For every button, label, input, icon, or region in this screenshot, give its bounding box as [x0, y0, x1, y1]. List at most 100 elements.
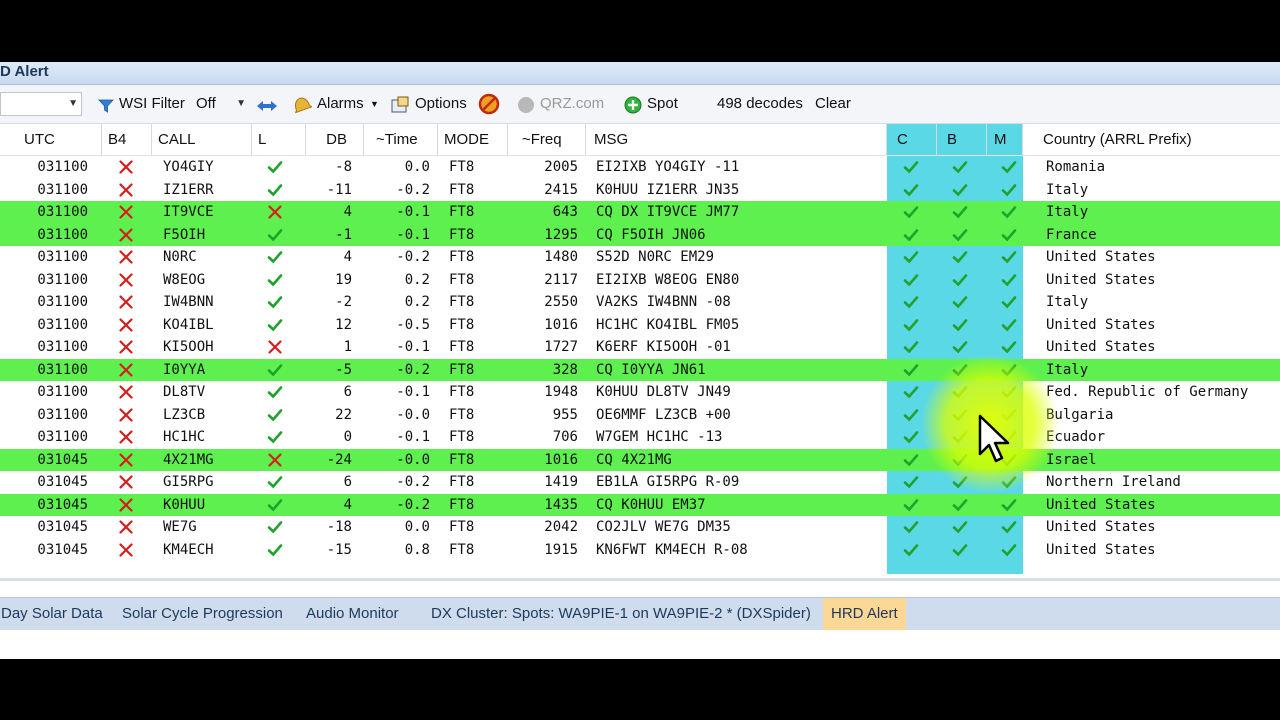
check-icon [903, 183, 919, 196]
column-header-call[interactable]: CALL [152, 124, 252, 155]
table-row[interactable]: 031100 DL8TV 6 -0.1 FT8 1948 K0HUU DL8TV JN49 F… [0, 381, 1280, 404]
column-header-country[interactable]: Country (ARRL Prefix) [1037, 124, 1280, 155]
cell-mode: FT8 [449, 316, 475, 333]
filter-combo[interactable]: ▼ [0, 92, 82, 116]
window-title: D Alert [0, 63, 49, 80]
spot-button[interactable]: Spot [647, 93, 678, 115]
cell-freq: 2415 [544, 181, 578, 198]
cell-db: -24 [326, 451, 352, 468]
cell-msg: CQ F5OIH JN06 [596, 226, 706, 243]
wsi-filter-select[interactable]: Off ▼ [192, 92, 250, 116]
column-header-l[interactable]: L [252, 124, 306, 155]
cell-utc: 031100 [37, 339, 88, 355]
table-row[interactable]: 031100 N0RC 4 -0.2 FT8 1480 S52D N0RC EM29 Unit… [0, 246, 1280, 269]
tab-dx-cluster[interactable]: DX Cluster: Spots: WA9PIE-1 on WA9PIE-2 … [431, 598, 811, 630]
check-icon [952, 251, 968, 264]
cell-time: -0.5 [396, 316, 430, 333]
column-header-utc[interactable]: UTC [18, 124, 102, 155]
tab-hrd-alert[interactable]: HRD Alert [823, 598, 906, 630]
check-icon [1001, 341, 1017, 354]
cell-utc: 031100 [37, 294, 88, 310]
table-row[interactable]: 031100 W8EOG 19 0.2 FT8 2117 EI2IXB W8EOG EN80… [0, 269, 1280, 292]
check-icon [1001, 521, 1017, 534]
table-row[interactable]: 031100 HC1HC 0 -0.1 FT8 706 W7GEM HC1HC -13 Ecu… [0, 426, 1280, 449]
column-header-mode[interactable]: MODE [438, 124, 508, 155]
cell-call: IT9VCE [163, 204, 214, 220]
cell-msg: EI2IXB W8EOG EN80 [596, 271, 740, 288]
column-header-freq[interactable]: ~Freq [508, 124, 586, 155]
table-row[interactable]: 031045 GI5RPG 6 -0.2 FT8 1419 EB1LA GI5RPG R-0… [0, 471, 1280, 494]
table-row[interactable]: 031100 KO4IBL 12 -0.5 FT8 1016 HC1HC KO4IBL FM… [0, 314, 1280, 337]
tab-day-solar-data[interactable]: Day Solar Data [1, 598, 103, 630]
cell-msg: CQ K0HUU EM37 [596, 496, 706, 513]
check-icon [952, 296, 968, 309]
cell-db: -1 [335, 226, 352, 243]
chevron-down-icon[interactable]: ▼ [68, 93, 78, 115]
check-icon [903, 386, 919, 399]
decodes-count: 498 decodes [717, 95, 803, 112]
cell-country: United States [1046, 271, 1156, 288]
check-icon [267, 386, 283, 399]
check-icon [267, 183, 283, 196]
column-header-c[interactable]: C [887, 124, 937, 155]
wsi-filter-value: Off [196, 95, 216, 112]
cross-icon [119, 295, 133, 309]
cell-db: 6 [343, 474, 352, 490]
column-header-msg[interactable]: MSG [586, 124, 887, 155]
table-row[interactable]: 031100 KI5OOH 1 -0.1 FT8 1727 K6ERF KI5OOH -01… [0, 336, 1280, 359]
cross-icon [119, 160, 133, 174]
tab-solar-cycle-progression[interactable]: Solar Cycle Progression [122, 598, 283, 630]
cell-mode: FT8 [449, 541, 475, 558]
qrz-button[interactable]: QRZ.com [540, 93, 604, 115]
table-row[interactable]: 031045 KM4ECH -15 0.8 FT8 1915 KN6FWT KM4ECH R… [0, 539, 1280, 562]
table-row[interactable]: 031100 I0YYA -5 -0.2 FT8 328 CQ I0YYA JN61 Ital… [0, 358, 1280, 381]
cell-call: F5OIH [163, 226, 206, 243]
table-row[interactable]: 031045 4X21MG -24 -0.0 FT8 1016 CQ 4X21MG Israe… [0, 448, 1280, 471]
alarms-dropdown-icon[interactable]: ▼ [370, 93, 379, 115]
cell-utc: 031045 [37, 541, 88, 558]
swap-arrows-icon[interactable] [256, 95, 278, 117]
cell-msg: CQ DX IT9VCE JM77 [596, 204, 740, 220]
table-row[interactable]: 031100 IZ1ERR -11 -0.2 FT8 2415 K0HUU IZ1ERR J… [0, 179, 1280, 202]
table-row[interactable]: 031100 LZ3CB 22 -0.0 FT8 955 OE6MMF LZ3CB +00 B… [0, 404, 1280, 427]
check-icon [1001, 251, 1017, 264]
cross-icon [119, 205, 133, 219]
column-header-m[interactable]: M [987, 124, 1023, 155]
cross-icon [119, 385, 133, 399]
cell-country: Northern Ireland [1046, 474, 1181, 490]
check-icon [903, 228, 919, 241]
table-row[interactable]: 031100 YO4GIY -8 0.0 FT8 2005 EI2IXB YO4GIY -1… [0, 156, 1280, 179]
clear-button[interactable]: Clear [815, 93, 851, 115]
table-row[interactable]: 031045 WE7G -18 0.0 FT8 2042 CO2JLV WE7G DM35 U… [0, 516, 1280, 539]
cell-msg: OE6MMF LZ3CB +00 [596, 406, 731, 423]
cell-freq: 1295 [544, 226, 578, 243]
chevron-down-icon[interactable]: ▼ [236, 93, 246, 115]
table-row[interactable]: 031100 F5OIH -1 -0.1 FT8 1295 CQ F5OIH JN06 Fra… [0, 223, 1280, 246]
cell-time: 0.0 [404, 519, 430, 535]
column-header-b[interactable]: B [937, 124, 987, 155]
table-row[interactable]: 031100 IT9VCE 4 -0.1 FT8 643 CQ DX IT9VCE JM77… [0, 201, 1280, 224]
mouse-pointer-icon [978, 414, 1010, 463]
column-header-time[interactable]: ~Time [364, 124, 438, 155]
cell-db: 4 [343, 204, 352, 220]
cell-freq: 1915 [544, 541, 578, 558]
column-header-db[interactable]: DB [306, 124, 364, 155]
cell-time: -0.0 [396, 406, 430, 423]
cell-country: Romania [1046, 159, 1106, 175]
check-icon [903, 431, 919, 444]
tab-audio-monitor[interactable]: Audio Monitor [306, 598, 399, 630]
check-icon [267, 363, 283, 376]
cell-db: 0 [343, 429, 352, 445]
cross-icon [119, 497, 133, 512]
table-row[interactable]: 031045 K0HUU 4 -0.2 FT8 1435 CQ K0HUU EM37 Unit… [0, 493, 1280, 516]
options-button[interactable]: Options [415, 93, 467, 115]
no-entry-icon[interactable] [478, 93, 500, 115]
table-row[interactable]: 031100 IW4BNN -2 0.2 FT8 2550 VA2KS IW4BNN -08… [0, 291, 1280, 314]
cell-time: -0.2 [396, 181, 430, 198]
cell-msg: CQ I0YYA JN61 [596, 361, 706, 378]
cell-msg: S52D N0RC EM29 [596, 249, 715, 265]
check-icon [952, 228, 968, 241]
column-header-b4[interactable]: B4 [102, 124, 152, 155]
alarms-button[interactable]: Alarms [317, 93, 364, 115]
cell-country: Italy [1046, 294, 1089, 310]
